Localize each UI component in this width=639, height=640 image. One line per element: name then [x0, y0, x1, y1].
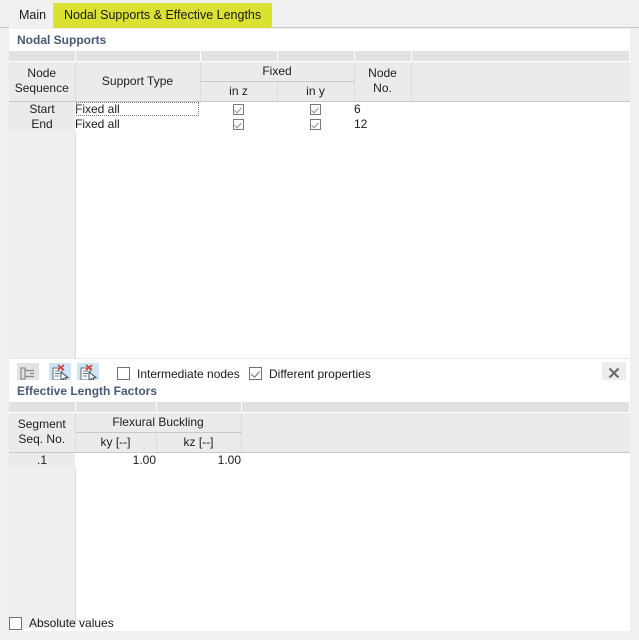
band-cell: [200, 51, 278, 61]
dialog-window: Main Nodal Supports & Effective Lengths …: [0, 0, 639, 640]
column-header-node-no-line1: Node: [368, 66, 397, 80]
empty-cells-area[interactable]: [75, 468, 630, 628]
cell-fixed-in-y[interactable]: [277, 116, 354, 132]
column-header-fixed-group[interactable]: Fixed: [200, 61, 355, 82]
intermediate-nodes-label: Intermediate nodes: [137, 366, 240, 381]
column-header-flexural-buckling[interactable]: Flexural Buckling: [75, 412, 242, 433]
effective-length-factors-table[interactable]: Segment Seq. No. Flexural Buckling ky [-…: [9, 402, 630, 628]
cell-support-type[interactable]: Fixed all: [75, 116, 200, 132]
intermediate-nodes-option[interactable]: Intermediate nodes: [117, 367, 240, 381]
cell-node-no[interactable]: 12: [354, 116, 411, 132]
column-header-fixed-in-y[interactable]: in y: [277, 81, 355, 102]
band-cell: [75, 402, 157, 412]
row-header-sequence[interactable]: Start: [9, 101, 75, 117]
nodal-supports-table[interactable]: Node Sequence Support Type Fixed Node No…: [9, 51, 630, 358]
table-band-row: [9, 402, 630, 412]
table-row[interactable]: .1 1.00 1.00: [9, 452, 630, 468]
cell-spacer[interactable]: [411, 116, 630, 132]
table-empty-area[interactable]: [9, 467, 630, 628]
tab-main[interactable]: Main: [9, 3, 57, 28]
different-properties-label: Different properties: [269, 366, 371, 381]
tab-nodal-supports-effective-lengths[interactable]: Nodal Supports & Effective Lengths: [53, 3, 273, 28]
effective-length-factors-panel: Effective Length Factors Segment Seq. No…: [9, 380, 630, 631]
column-header-segment-seq-no[interactable]: Segment Seq. No.: [9, 412, 76, 453]
column-header-node-sequence-line2: Sequence: [14, 81, 69, 95]
column-header-spacer: [411, 61, 630, 102]
empty-row-header-column: [9, 467, 76, 628]
cell-ky[interactable]: 1.00: [75, 452, 156, 468]
band-cell: [241, 402, 630, 412]
checkbox-fixed-in-z[interactable]: [233, 118, 244, 130]
table-row[interactable]: Start Fixed all 6: [9, 101, 630, 117]
band-cell: [9, 51, 76, 61]
column-header-node-sequence-line1: Node: [27, 66, 57, 80]
column-header-spacer: [241, 412, 630, 453]
table-header-row-1: Segment Seq. No. Flexural Buckling: [9, 412, 630, 453]
cell-fixed-in-z[interactable]: [200, 116, 277, 132]
column-header-fixed-in-z[interactable]: in z: [200, 81, 278, 102]
band-cell: [156, 402, 242, 412]
empty-cells-area[interactable]: [75, 132, 630, 358]
nodal-supports-title: Nodal Supports: [9, 29, 630, 51]
checkbox-fixed-in-y[interactable]: [310, 118, 321, 130]
column-header-node-no-line2: No.: [373, 81, 392, 95]
cell-support-type[interactable]: Fixed all: [75, 101, 200, 117]
table-row[interactable]: End Fixed all 12: [9, 116, 630, 132]
empty-row-header-column: [9, 131, 76, 358]
band-cell: [9, 402, 76, 412]
effective-length-factors-title: Effective Length Factors: [9, 380, 630, 402]
table-band-row: [9, 51, 630, 61]
different-properties-checkbox[interactable]: [249, 367, 262, 380]
intermediate-nodes-checkbox[interactable]: [117, 367, 130, 380]
column-header-ky[interactable]: ky [--]: [75, 432, 157, 453]
cell-spacer[interactable]: [411, 101, 630, 117]
checkbox-fixed-in-y[interactable]: [310, 103, 321, 115]
row-header-segment[interactable]: .1: [9, 452, 75, 468]
column-header-node-no[interactable]: Node No.: [354, 61, 412, 102]
cell-node-no[interactable]: 6: [354, 101, 411, 117]
column-header-kz[interactable]: kz [--]: [156, 432, 242, 453]
checkbox-fixed-in-z[interactable]: [233, 103, 244, 115]
band-cell: [354, 51, 412, 61]
absolute-values-label: Absolute values: [29, 616, 114, 630]
band-cell: [277, 51, 355, 61]
absolute-values-checkbox[interactable]: [9, 616, 22, 630]
cell-spacer[interactable]: [241, 452, 630, 468]
band-cell: [411, 51, 630, 61]
band-cell: [75, 51, 201, 61]
close-icon: [608, 367, 620, 379]
column-header-segment-line1: Segment: [17, 417, 66, 431]
different-properties-option[interactable]: Different properties: [249, 367, 371, 381]
tab-strip: Main Nodal Supports & Effective Lengths: [0, 0, 639, 28]
cell-kz[interactable]: 1.00: [156, 452, 241, 468]
cell-fixed-in-z[interactable]: [200, 101, 277, 117]
nodal-supports-panel: Nodal Supports Node Sequence Support Typ…: [9, 29, 630, 389]
table-header-row-1: Node Sequence Support Type Fixed Node No…: [9, 61, 630, 102]
column-header-support-type[interactable]: Support Type: [75, 61, 201, 102]
column-header-node-sequence[interactable]: Node Sequence: [9, 61, 76, 102]
absolute-values-option[interactable]: Absolute values: [9, 616, 114, 630]
column-header-segment-line2: Seq. No.: [18, 432, 66, 446]
row-header-sequence[interactable]: End: [9, 116, 75, 132]
table-empty-area[interactable]: [9, 131, 630, 358]
cell-fixed-in-y[interactable]: [277, 101, 354, 117]
